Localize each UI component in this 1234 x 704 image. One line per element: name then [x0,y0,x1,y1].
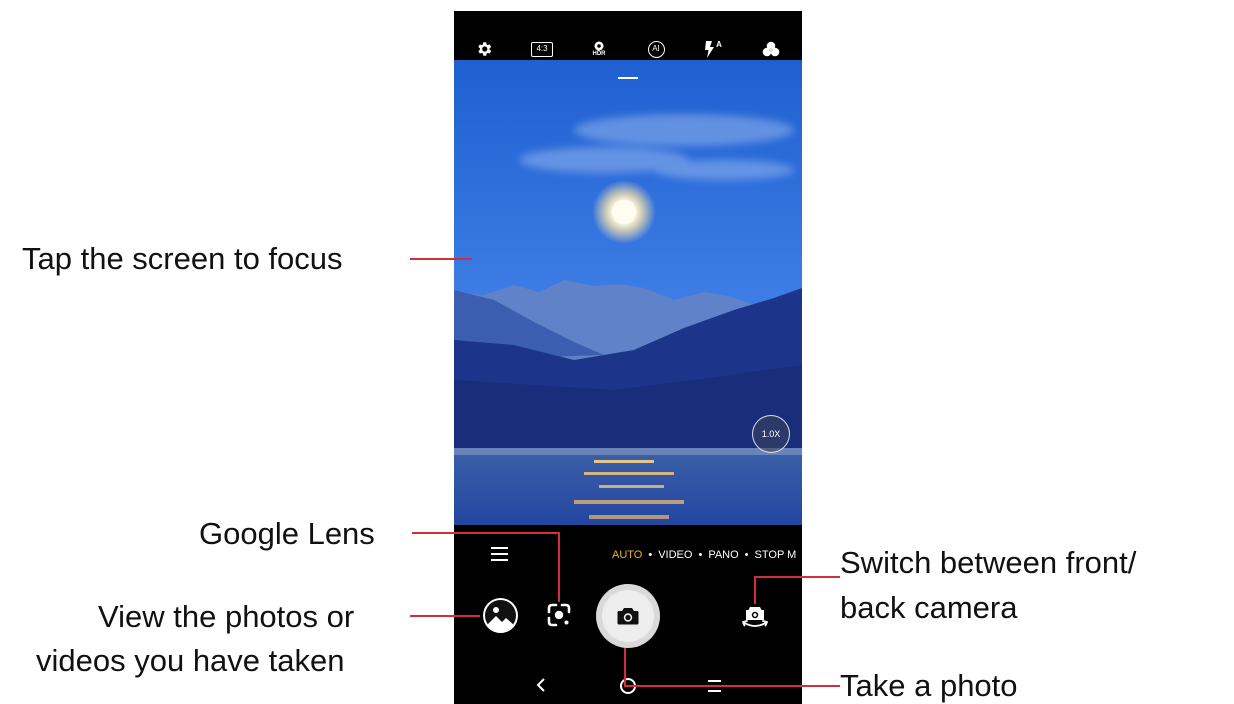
phone-screen: 4:3 HDR AI A 1.0X AUTO • VIDEO • PANO • … [454,11,802,704]
annotation-focus: Tap the screen to focus [22,241,343,276]
camera-mode-selector[interactable]: AUTO • VIDEO • PANO • STOP M [612,549,796,561]
flash-auto-icon[interactable]: A [701,37,725,61]
callout-line-shutter-v [624,648,626,686]
menu-icon[interactable] [491,547,508,561]
gear-icon[interactable] [472,37,496,61]
callout-line-lens-h [412,532,560,534]
camera-viewfinder[interactable]: 1.0X [454,60,802,525]
callout-line-shutter-h [624,685,840,687]
switch-camera-icon [742,607,768,627]
landscape-preview [454,60,802,525]
annotation-gallery-line2: videos you have taken [36,643,345,678]
hdr-icon[interactable]: HDR [587,37,611,61]
annotation-shutter: Take a photo [840,668,1018,703]
callout-line-switch-h [755,576,840,578]
nav-back-icon[interactable] [535,677,547,693]
aspect-ratio-icon[interactable]: 4:3 [530,37,554,61]
mode-pano[interactable]: PANO [708,549,738,561]
annotation-switch-line1: Switch between front/ [840,545,1137,580]
gallery-thumbnail-button[interactable] [483,598,518,633]
ai-icon[interactable]: AI [644,37,668,61]
filters-icon[interactable] [759,37,783,61]
callout-line-lens-v [558,532,560,602]
switch-camera-button[interactable] [740,603,770,631]
ai-label: AI [652,44,660,53]
mode-video[interactable]: VIDEO [658,549,692,561]
google-lens-button[interactable] [546,602,572,628]
annotation-switch-line2: back camera [840,590,1018,625]
annotation-google-lens: Google Lens [199,516,375,551]
flash-auto-label: A [716,40,722,49]
aspect-ratio-label: 4:3 [536,44,548,53]
callout-line-focus [410,258,472,260]
callout-line-gallery [410,615,480,617]
shutter-button[interactable] [596,584,660,648]
callout-line-switch-v [754,576,756,604]
zoom-level-button[interactable]: 1.0X [752,415,790,453]
zoom-level-label: 1.0X [761,429,781,439]
camera-top-bar: 4:3 HDR AI A [454,11,802,60]
gallery-icon [485,600,516,633]
annotation-gallery-line1: View the photos or [98,599,355,634]
hdr-label: HDR [592,50,606,57]
camera-icon [617,608,639,625]
mode-stop-motion[interactable]: STOP M [755,549,797,561]
mode-auto[interactable]: AUTO [612,549,642,561]
google-lens-icon [547,603,571,627]
